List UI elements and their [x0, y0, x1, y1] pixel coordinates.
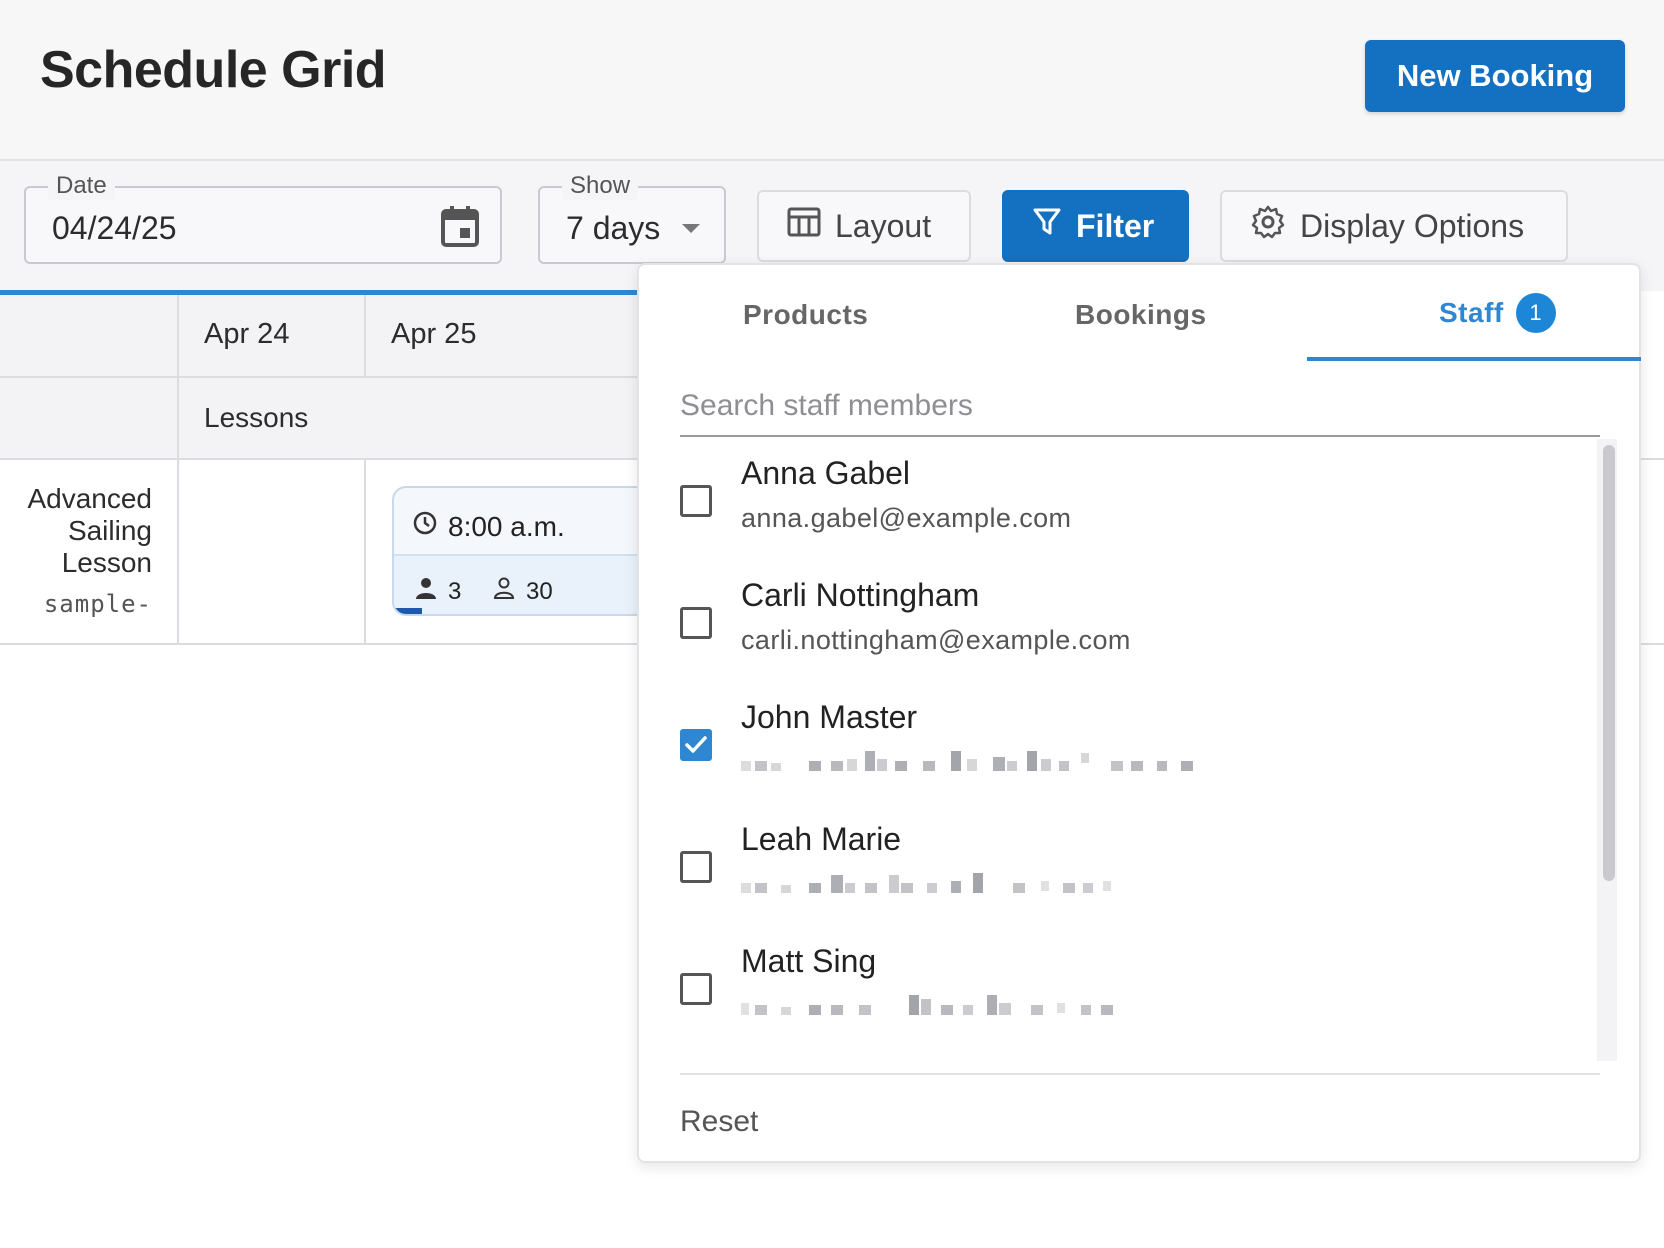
- staff-checkbox[interactable]: [680, 607, 712, 639]
- clock-icon: [412, 510, 438, 543]
- staff-search-input[interactable]: [680, 385, 1600, 427]
- filter-icon: [1032, 207, 1062, 245]
- row-title-line: Advanced: [27, 483, 152, 514]
- staff-item[interactable]: Carli Nottingham carli.nottingham@exampl…: [680, 577, 1580, 687]
- filter-button[interactable]: Filter: [1002, 190, 1189, 262]
- staff-item[interactable]: Leah Marie: [680, 821, 1580, 931]
- redacted-email: [741, 871, 1141, 901]
- staff-checkbox[interactable]: [680, 973, 712, 1005]
- tab-bookings[interactable]: Bookings: [1075, 299, 1207, 331]
- event-stats: 3 30: [394, 554, 650, 614]
- grid-divider: [177, 295, 179, 645]
- event-time: 8:00 a.m.: [412, 510, 565, 543]
- column-header-date: Apr 24: [204, 318, 290, 350]
- grid-divider: [0, 376, 640, 378]
- booked-count: 3: [414, 576, 461, 607]
- staff-item[interactable]: Anna Gabel anna.gabel@example.com: [680, 455, 1580, 565]
- row-title-line: Sailing: [67, 515, 152, 546]
- redacted-email: [741, 749, 1221, 779]
- staff-name: Carli Nottingham: [741, 577, 980, 613]
- group-label: Lessons: [204, 402, 309, 433]
- gear-icon: [1250, 204, 1286, 248]
- staff-name: Matt Sing: [741, 943, 877, 979]
- calendar-icon[interactable]: [440, 204, 480, 253]
- tab-staff-label: Staff: [1439, 297, 1504, 328]
- staff-email: anna.gabel@example.com: [741, 503, 1072, 533]
- display-options-label: Display Options: [1300, 207, 1525, 244]
- capacity-count: 30: [492, 576, 553, 607]
- staff-checkbox[interactable]: [680, 851, 712, 883]
- person-filled-icon: [414, 576, 438, 607]
- row-title-line: Lesson: [61, 547, 152, 578]
- page-header: Schedule Grid New Booking: [0, 0, 1664, 161]
- event-time-label: 8:00 a.m.: [448, 510, 565, 542]
- date-field-value: 04/24/25: [52, 210, 177, 246]
- scrollbar-thumb[interactable]: [1603, 445, 1615, 881]
- show-select[interactable]: Show 7 days: [538, 172, 726, 264]
- new-booking-button[interactable]: New Booking: [1365, 40, 1625, 112]
- column-header-date: Apr 25: [391, 318, 477, 350]
- staff-count-badge: 1: [1515, 293, 1556, 333]
- tab-staff[interactable]: Staff 1: [1439, 293, 1556, 333]
- checkmark-icon: [685, 736, 707, 753]
- panel-divider: [680, 1073, 1600, 1075]
- row-subtitle: sample-: [43, 590, 152, 618]
- staff-checkbox-checked[interactable]: [680, 729, 712, 761]
- grid-divider: [364, 459, 366, 645]
- show-select-label: Show: [562, 172, 639, 200]
- staff-checkbox[interactable]: [680, 485, 712, 517]
- show-select-value: 7 days: [566, 210, 661, 246]
- date-field[interactable]: Date 04/24/25: [24, 172, 502, 264]
- reset-button[interactable]: Reset: [680, 1105, 758, 1139]
- redacted-email: [741, 993, 1141, 1023]
- row-title: Advanced Sailing Lesson: [27, 483, 152, 579]
- booked-count-value: 3: [448, 577, 462, 605]
- tab-products[interactable]: Products: [743, 299, 868, 331]
- date-field-label: Date: [48, 172, 115, 200]
- layout-button[interactable]: Layout: [757, 190, 971, 262]
- staff-name: Leah Marie: [741, 821, 902, 857]
- staff-item[interactable]: John Master: [680, 699, 1580, 809]
- grid-divider: [364, 295, 366, 377]
- layout-button-label: Layout: [835, 207, 932, 244]
- active-tab-indicator: [1307, 357, 1641, 361]
- capacity-count-value: 30: [526, 577, 553, 605]
- event-accent-bar: [394, 608, 422, 614]
- staff-email: carli.nottingham@example.com: [741, 625, 1131, 655]
- display-options-button[interactable]: Display Options: [1220, 190, 1568, 262]
- staff-name: John Master: [741, 699, 918, 735]
- staff-name: Anna Gabel: [741, 455, 911, 491]
- caret-down-icon: [680, 222, 702, 240]
- filter-panel: Products Bookings Staff 1 Anna Gabel ann…: [637, 263, 1641, 1163]
- event-card[interactable]: 8:00 a.m. 3 30: [392, 486, 652, 616]
- staff-search[interactable]: [680, 385, 1600, 437]
- page-title: Schedule Grid: [40, 41, 387, 99]
- table-layout-icon: [787, 207, 821, 245]
- person-outline-icon: [492, 576, 516, 607]
- staff-item[interactable]: Matt Sing: [680, 943, 1580, 1053]
- filter-button-label: Filter: [1076, 207, 1155, 244]
